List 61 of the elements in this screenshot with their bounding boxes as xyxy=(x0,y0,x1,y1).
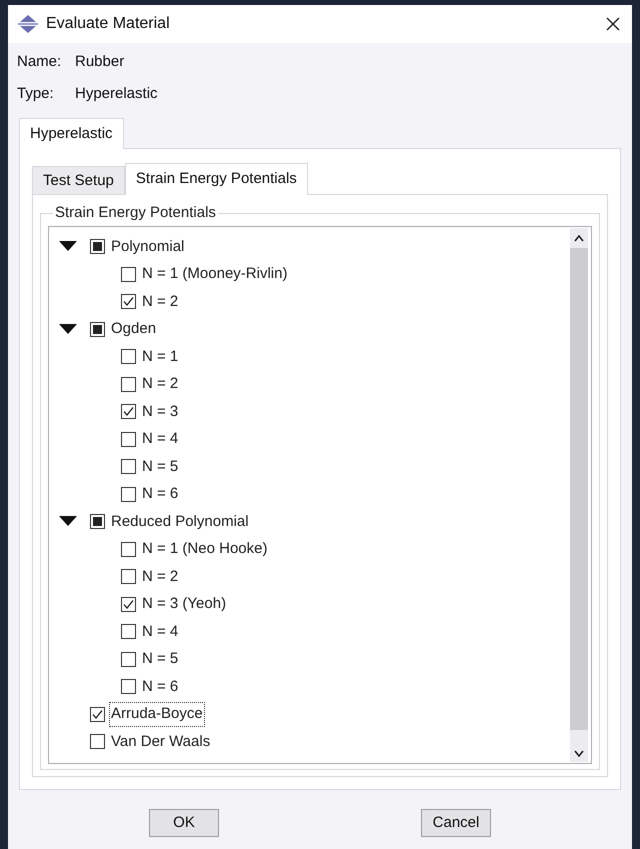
tree-item-label[interactable]: N = 1 (Mooney-Rivlin) xyxy=(142,263,288,286)
tree-item-label[interactable]: N = 2 xyxy=(142,566,178,588)
field-value: Rubber xyxy=(75,52,124,72)
checkbox[interactable] xyxy=(121,432,136,447)
checkbox[interactable] xyxy=(121,376,136,392)
window-title: Evaluate Material xyxy=(46,14,170,34)
tree-item-label[interactable]: Van Der Waals xyxy=(110,730,212,753)
checkbox[interactable] xyxy=(90,514,105,530)
partial-mark-icon xyxy=(93,324,102,334)
tree-item-label[interactable]: N = 6 xyxy=(142,483,178,506)
tree-item-label[interactable]: N = 1 (Neo Hooke) xyxy=(142,538,268,560)
checkbox[interactable] xyxy=(121,569,136,584)
partial-mark-icon xyxy=(93,517,102,526)
checkbox[interactable] xyxy=(121,679,136,694)
tree-item-label[interactable]: Reduced Polynomial xyxy=(110,510,250,533)
close-icon[interactable] xyxy=(606,17,620,31)
tree-item-label[interactable]: N = 4 xyxy=(142,620,178,643)
checkmark-icon xyxy=(123,406,134,418)
checkbox[interactable] xyxy=(90,239,105,254)
checkmark-icon xyxy=(123,296,134,308)
dialog-button[interactable]: OK xyxy=(149,809,219,837)
tree-item-label[interactable]: N = 1 xyxy=(142,346,178,368)
checkbox[interactable] xyxy=(121,294,136,310)
checkbox[interactable] xyxy=(121,486,136,502)
tree-item-label[interactable]: N = 3 xyxy=(142,400,178,423)
checkbox[interactable] xyxy=(90,322,105,337)
checkmark-icon xyxy=(123,598,134,610)
field-value: Hyperelastic xyxy=(75,84,158,104)
checkbox[interactable] xyxy=(90,734,105,750)
tree-item-label[interactable]: Arruda-Boyce xyxy=(110,703,204,726)
app-logo-icon xyxy=(18,15,38,33)
checkbox[interactable] xyxy=(121,624,136,640)
checkbox[interactable] xyxy=(121,459,136,474)
dialog-button[interactable]: Cancel xyxy=(421,809,491,837)
tree-item-label[interactable]: N = 5 xyxy=(142,456,178,478)
tree-item-label[interactable]: N = 6 xyxy=(142,676,178,698)
checkbox[interactable] xyxy=(121,652,136,667)
tree-item-label[interactable]: N = 5 xyxy=(142,648,178,670)
tab[interactable]: Hyperelastic xyxy=(19,118,124,149)
checkbox[interactable] xyxy=(121,266,136,282)
tree-item-label[interactable]: Polynomial xyxy=(110,236,186,258)
tab[interactable]: Strain Energy Potentials xyxy=(124,163,308,195)
tree-item-label[interactable]: N = 2 xyxy=(142,373,178,396)
collapse-triangle-icon[interactable] xyxy=(59,324,77,335)
checkbox[interactable] xyxy=(121,349,136,364)
checkmark-icon xyxy=(92,708,103,720)
collapse-triangle-icon[interactable] xyxy=(59,516,77,528)
partial-mark-icon xyxy=(93,242,102,252)
checkbox[interactable] xyxy=(121,542,136,557)
tab[interactable]: Test Setup xyxy=(32,166,125,195)
tree-item-label[interactable]: N = 4 xyxy=(142,428,178,450)
tree-item-label[interactable]: N = 3 (Yeoh) xyxy=(142,593,226,616)
checkbox[interactable] xyxy=(121,404,136,420)
tree-item-label[interactable]: Ogden xyxy=(110,318,158,340)
collapse-triangle-icon[interactable] xyxy=(59,241,77,252)
tree-item-label[interactable]: N = 2 xyxy=(142,290,178,313)
checkbox[interactable] xyxy=(90,706,105,722)
field-label: Name: xyxy=(17,52,62,72)
field-label: Type: xyxy=(17,84,55,104)
group-title: Strain Energy Potentials xyxy=(53,203,218,223)
checkbox[interactable] xyxy=(121,596,136,612)
